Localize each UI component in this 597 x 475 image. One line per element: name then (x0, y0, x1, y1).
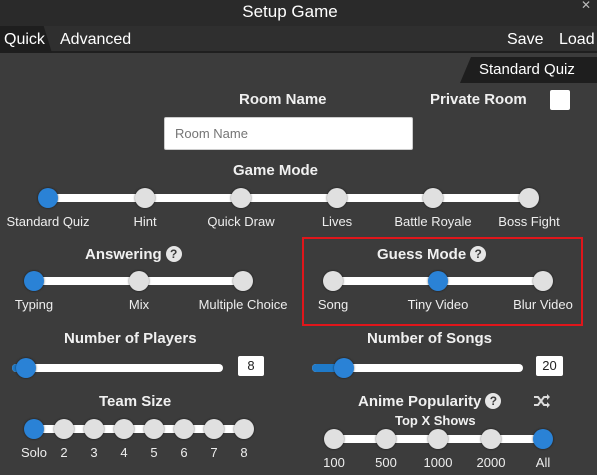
guess-mode-option-label: Song (317, 297, 349, 312)
answering-tick[interactable] (129, 271, 149, 291)
players-value-box[interactable]: 8 (238, 356, 264, 376)
team-size-tick[interactable] (234, 419, 254, 439)
guess-mode-tick[interactable] (533, 271, 553, 291)
anime-popularity-tick[interactable] (481, 429, 501, 449)
anime-popularity-tick[interactable] (533, 429, 553, 449)
team-size-tick[interactable] (144, 419, 164, 439)
team-size-tick[interactable] (204, 419, 224, 439)
guess-mode-label-text: Guess Mode (377, 246, 467, 263)
team-size-tick[interactable] (54, 419, 74, 439)
answering-label: Answering? (85, 246, 182, 263)
team-size-tick[interactable] (114, 419, 134, 439)
anime-popularity-option-label: 2000 (476, 455, 506, 470)
game-mode-tick[interactable] (327, 188, 347, 208)
load-button[interactable]: Load (555, 29, 597, 51)
guess-mode-slider[interactable]: Song Tiny Video Blur Video (300, 270, 590, 315)
answering-option-label: Multiple Choice (198, 297, 288, 312)
number-of-players-label: Number of Players (64, 330, 197, 347)
private-room-label: Private Room (430, 91, 527, 108)
game-mode-tick[interactable] (519, 188, 539, 208)
team-size-option-label: Solo (20, 445, 48, 460)
team-size-option-label: 5 (150, 445, 158, 460)
guess-mode-tick[interactable] (323, 271, 343, 291)
guess-mode-option-label: Tiny Video (407, 297, 469, 312)
anime-popularity-label-text: Anime Popularity (358, 393, 482, 410)
anime-popularity-label: Anime Popularity? (358, 393, 502, 410)
number-of-songs-label: Number of Songs (367, 330, 493, 347)
game-mode-option-label: Battle Royale (394, 214, 472, 229)
tab-quick[interactable]: Quick (0, 26, 52, 53)
answering-slider[interactable]: Typing Mix Multiple Choice (0, 270, 300, 315)
guess-mode-help-icon[interactable]: ? (470, 246, 487, 262)
game-mode-slider[interactable]: Standard Quiz Hint Quick Draw Lives Battle R… (0, 187, 597, 232)
close-icon[interactable]: ✕ (581, 0, 591, 12)
anime-popularity-tick[interactable] (324, 429, 344, 449)
room-name-input[interactable] (164, 117, 413, 150)
game-mode-option-label: Lives (321, 214, 353, 229)
answering-tick[interactable] (24, 271, 44, 291)
game-mode-tick[interactable] (135, 188, 155, 208)
anime-popularity-option-label: 100 (323, 455, 345, 470)
team-size-option-label: 4 (120, 445, 128, 460)
game-mode-label: Game Mode (233, 162, 319, 179)
private-room-checkbox[interactable] (550, 90, 570, 110)
songs-value-box[interactable]: 20 (536, 356, 563, 376)
team-size-option-label: 6 (180, 445, 188, 460)
team-size-option-label: 8 (240, 445, 248, 460)
anime-popularity-option-label: All (535, 455, 551, 470)
game-mode-tick[interactable] (231, 188, 251, 208)
team-size-label: Team Size (99, 393, 172, 410)
game-mode-option-label: Hint (133, 214, 157, 229)
anime-popularity-tick[interactable] (428, 429, 448, 449)
game-mode-tick[interactable] (423, 188, 443, 208)
players-handle[interactable] (16, 358, 36, 378)
tab-standard-quiz[interactable]: Standard Quiz (460, 57, 597, 83)
team-size-tick[interactable] (24, 419, 44, 439)
guess-mode-label: Guess Mode? (377, 246, 487, 263)
team-size-option-label: 2 (60, 445, 68, 460)
guess-mode-tick[interactable] (428, 271, 448, 291)
window-title: Setup Game (242, 2, 338, 21)
songs-handle[interactable] (334, 358, 354, 378)
team-size-tick[interactable] (174, 419, 194, 439)
answering-help-icon[interactable]: ? (165, 246, 182, 262)
anime-popularity-help-icon[interactable]: ? (485, 393, 502, 409)
team-size-option-label: 3 (90, 445, 98, 460)
players-track[interactable] (12, 364, 223, 372)
answering-tick[interactable] (233, 271, 253, 291)
game-mode-track (48, 194, 529, 202)
team-size-option-label: 7 (210, 445, 218, 460)
game-mode-option-label: Quick Draw (207, 214, 275, 229)
team-size-slider[interactable]: Solo 2 3 4 5 6 7 8 (0, 418, 300, 463)
anime-popularity-slider[interactable]: 100 500 1000 2000 All (300, 428, 597, 475)
game-mode-option-label: Standard Quiz (6, 214, 90, 229)
shuffle-icon[interactable] (533, 393, 551, 414)
team-size-tick[interactable] (84, 419, 104, 439)
anime-popularity-sublabel: Top X Shows (395, 413, 476, 428)
anime-popularity-option-label: 1000 (423, 455, 453, 470)
game-mode-option-label: Boss Fight (498, 214, 560, 229)
anime-popularity-tick[interactable] (376, 429, 396, 449)
answering-label-text: Answering (85, 246, 162, 263)
save-button[interactable]: Save (503, 29, 547, 51)
answering-option-label: Typing (14, 297, 54, 312)
anime-popularity-option-label: 500 (375, 455, 397, 470)
room-name-label: Room Name (239, 91, 327, 108)
tab-advanced[interactable]: Advanced (56, 29, 135, 51)
answering-option-label: Mix (128, 297, 150, 312)
guess-mode-option-label: Blur Video (513, 297, 573, 312)
tab-bar: Quick Advanced Save Load (0, 26, 597, 53)
game-mode-tick[interactable] (38, 188, 58, 208)
